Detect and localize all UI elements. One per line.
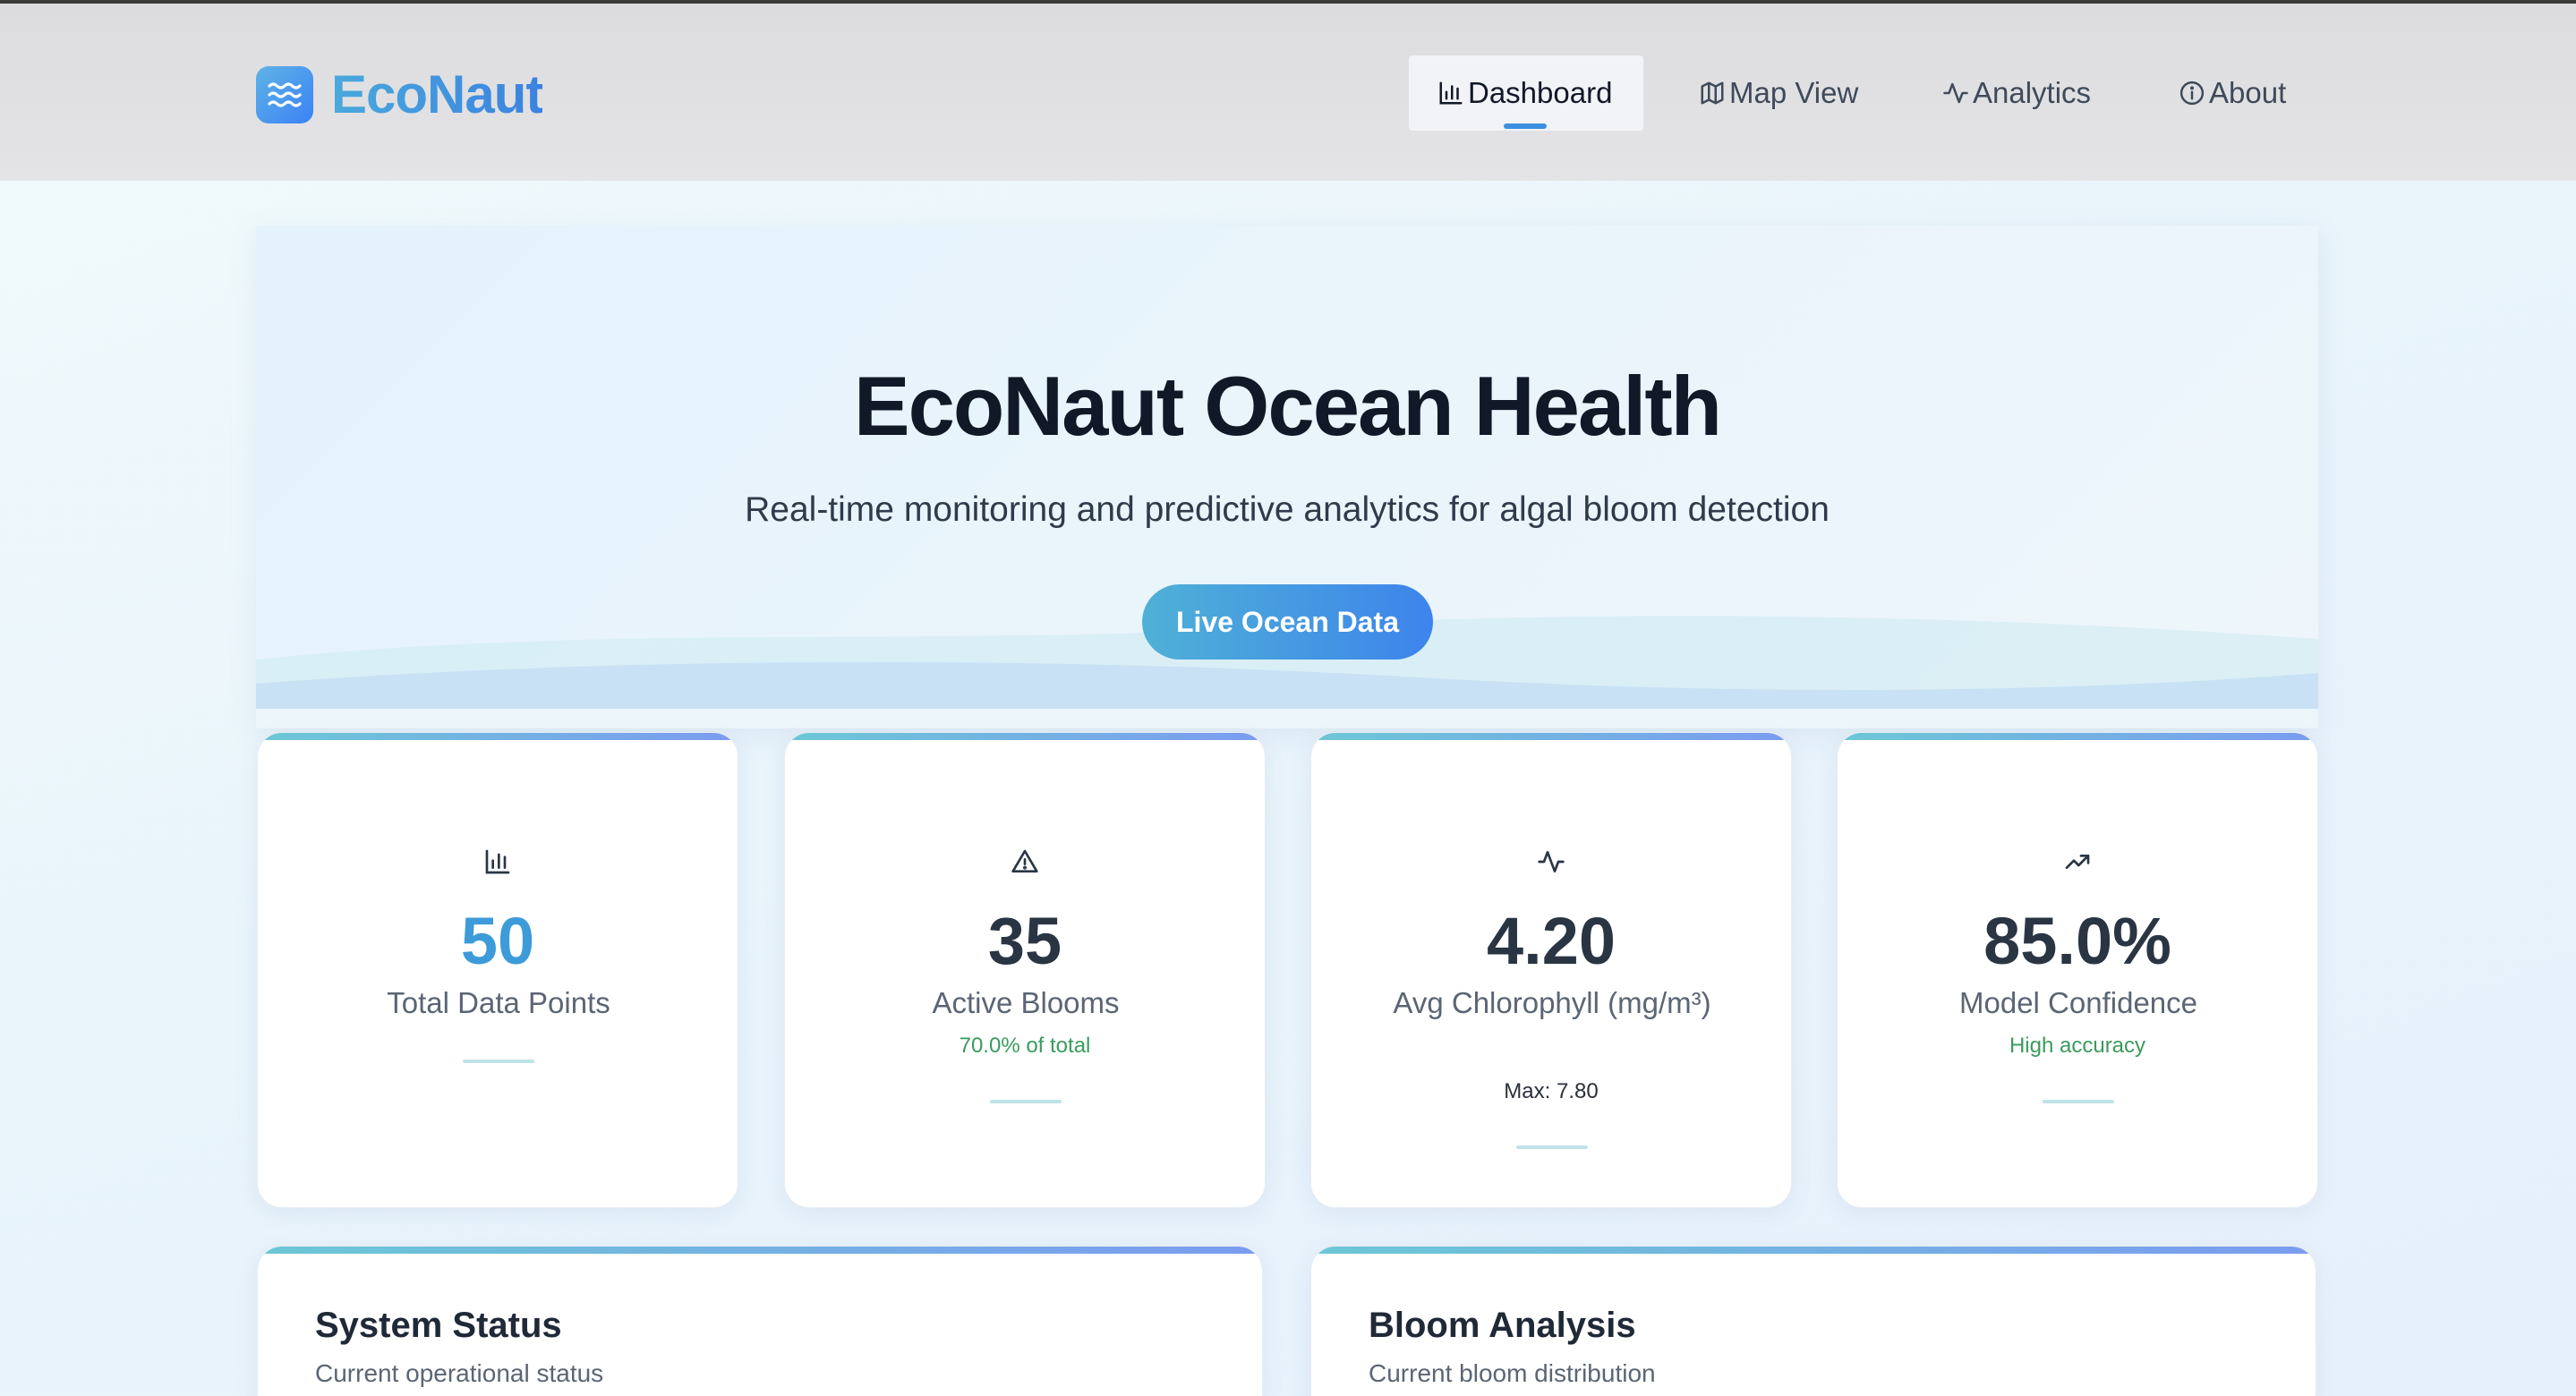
panel-title: System Status [315, 1306, 562, 1345]
card-divider [990, 1100, 1062, 1103]
stat-value: 35 [987, 904, 1062, 978]
alert-triangle-icon [1011, 849, 1038, 872]
activity-icon [1538, 851, 1565, 872]
live-ocean-data-button[interactable]: Live Ocean Data [1142, 584, 1433, 660]
card-accent-bar [1311, 1247, 2316, 1254]
stat-card-active-blooms: 35 Active Blooms 70.0% of total [784, 732, 1266, 1208]
stat-label: Active Blooms [932, 986, 1120, 1019]
card-divider [463, 1060, 534, 1063]
nav-map-view[interactable]: Map View [1699, 55, 1878, 131]
stat-value: 50 [460, 904, 535, 978]
panel-title: Bloom Analysis [1369, 1306, 1636, 1345]
active-nav-indicator [1504, 123, 1547, 129]
nav-analytics[interactable]: Analytics [1942, 55, 2103, 131]
bar-chart-icon [1439, 81, 1463, 105]
hero-title: EcoNaut Ocean Health [853, 359, 1722, 453]
stat-subtext: High accuracy [2009, 1034, 2146, 1058]
card-accent-bar [785, 733, 1265, 740]
stat-subtext: Max: 7.80 [1504, 1079, 1599, 1103]
system-status-panel: System Status Current operational status [257, 1246, 1263, 1396]
panel-subtitle: Current operational status [315, 1359, 604, 1387]
hero-banner: EcoNaut Ocean Health Real-time monitorin… [256, 226, 2318, 728]
stat-subtext: 70.0% of total [959, 1034, 1091, 1058]
stat-label: Model Confidence [1959, 986, 2197, 1019]
panel-subtitle: Current bloom distribution [1369, 1359, 1656, 1387]
stat-value: 4.20 [1486, 904, 1616, 978]
stat-label: Avg Chlorophyll (mg/m³) [1393, 986, 1711, 1019]
card-divider [2043, 1100, 2114, 1103]
nav-dashboard-label: Dashboard [1468, 76, 1613, 109]
stat-card-model-confidence: 85.0% Model Confidence High accuracy [1837, 732, 2318, 1208]
map-icon [1701, 81, 1724, 105]
nav-map-view-label: Map View [1729, 76, 1859, 109]
nav-analytics-label: Analytics [1973, 76, 2092, 109]
trending-up-icon [2065, 855, 2090, 869]
stat-card-total-data-points: 50 Total Data Points [257, 732, 738, 1208]
top-navbar: EcoNaut Dashboard Map View Analytics Abo… [0, 4, 2576, 181]
bar-chart-icon [485, 849, 510, 874]
card-accent-bar [1838, 733, 2317, 740]
hero-subtitle: Real-time monitoring and predictive anal… [745, 490, 1830, 529]
stat-card-avg-chlorophyll: 4.20 Avg Chlorophyll (mg/m³) Max: 7.80 [1310, 732, 1792, 1208]
stat-value: 85.0% [1983, 904, 2171, 978]
card-accent-bar [1311, 733, 1791, 740]
card-divider [1516, 1145, 1588, 1149]
info-icon [2179, 81, 2205, 106]
stat-label: Total Data Points [387, 986, 610, 1019]
activity-icon [1943, 82, 1968, 104]
bloom-analysis-panel: Bloom Analysis Current bloom distributio… [1310, 1246, 2316, 1396]
card-accent-bar [258, 733, 738, 740]
nav-about[interactable]: About [2179, 55, 2313, 131]
main-nav: Dashboard Map View Analytics About [0, 55, 2576, 132]
nav-about-label: About [2209, 76, 2287, 109]
card-accent-bar [258, 1247, 1262, 1254]
nav-dashboard[interactable]: Dashboard [1409, 55, 1643, 131]
